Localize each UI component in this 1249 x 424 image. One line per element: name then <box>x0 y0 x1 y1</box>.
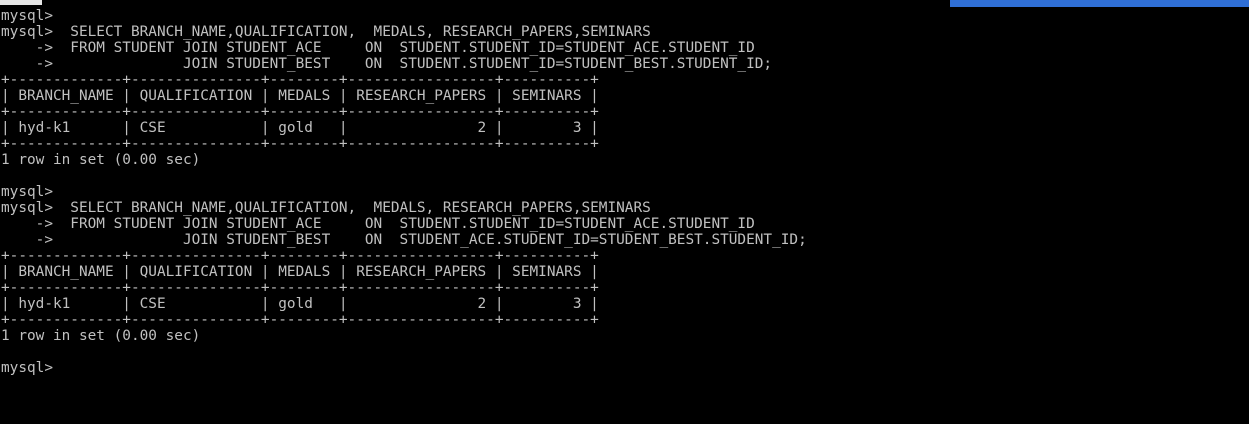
query-line: -> FROM STUDENT JOIN STUDENT_ACE ON STUD… <box>1 40 755 56</box>
titlebar-accent <box>950 0 1249 7</box>
table-header-row: | BRANCH_NAME | QUALIFICATION | MEDALS |… <box>1 264 599 280</box>
table-row: | hyd-k1 | CSE | gold | 2 | 3 | <box>1 120 599 136</box>
query-line: mysql> SELECT BRANCH_NAME,QUALIFICATION,… <box>1 24 651 40</box>
command-prompt[interactable]: mysql> <box>1 360 1246 376</box>
table-border: +-------------+---------------+--------+… <box>1 72 599 88</box>
window-top-strip <box>0 0 1249 7</box>
table-border: +-------------+---------------+--------+… <box>1 136 599 152</box>
titlebar-fragment <box>0 0 42 5</box>
query-line: -> JOIN STUDENT_BEST ON STUDENT_ACE.STUD… <box>1 232 807 248</box>
prompt-line: mysql> <box>1 8 53 24</box>
query-line: mysql> SELECT BRANCH_NAME,QUALIFICATION,… <box>1 200 651 216</box>
console-output[interactable]: mysql> mysql> SELECT BRANCH_NAME,QUALIFI… <box>1 8 1246 422</box>
terminal-window: mysql> mysql> SELECT BRANCH_NAME,QUALIFI… <box>0 0 1249 424</box>
result-summary: 1 row in set (0.00 sec) <box>1 328 201 344</box>
result-summary: 1 row in set (0.00 sec) <box>1 152 201 168</box>
query-line: -> FROM STUDENT JOIN STUDENT_ACE ON STUD… <box>1 216 755 232</box>
table-border: +-------------+---------------+--------+… <box>1 312 599 328</box>
table-border: +-------------+---------------+--------+… <box>1 248 599 264</box>
prompt-line: mysql> <box>1 184 53 200</box>
table-row: | hyd-k1 | CSE | gold | 2 | 3 | <box>1 296 599 312</box>
table-border: +-------------+---------------+--------+… <box>1 104 599 120</box>
query-line: -> JOIN STUDENT_BEST ON STUDENT.STUDENT_… <box>1 56 773 72</box>
table-header-row: | BRANCH_NAME | QUALIFICATION | MEDALS |… <box>1 88 599 104</box>
table-border: +-------------+---------------+--------+… <box>1 280 599 296</box>
